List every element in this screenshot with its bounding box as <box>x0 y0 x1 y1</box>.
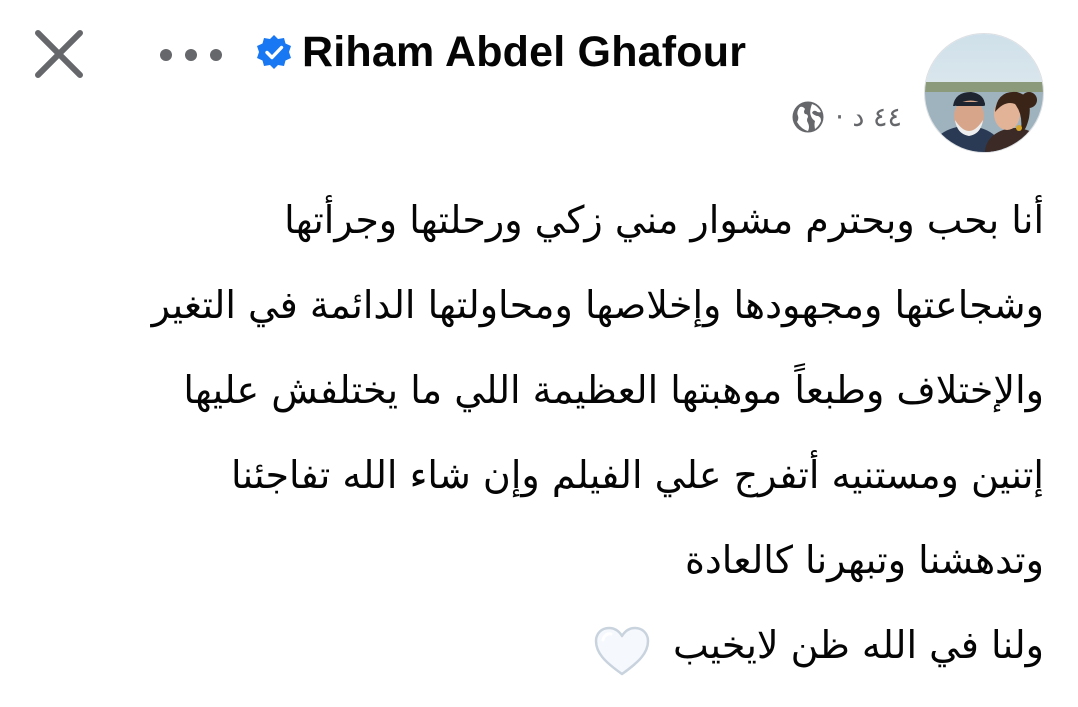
avatar[interactable] <box>924 33 1044 153</box>
post-line-text: ولنا في الله ظن لايخيب <box>673 623 1044 667</box>
post-line: وتدهشنا وتبهرنا كالعادة <box>684 538 1044 582</box>
globe-icon <box>791 100 825 134</box>
post-line: إتنين ومستنيه أتفرج علي الفيلم وإن شاء ا… <box>230 453 1044 497</box>
post-line: والإختلاف وطبعاً موهبتها العظيمة اللي ما… <box>183 368 1044 412</box>
more-options-icon <box>160 49 172 61</box>
post-meta: ٤٤ د · <box>791 96 902 138</box>
post-timestamp[interactable]: ٤٤ د · <box>835 102 902 133</box>
post-body: أنا بحب وبحترم مشوار مني زكي ورحلتها وجر… <box>34 178 1044 688</box>
post-line: أنا بحب وبحترم مشوار مني زكي ورحلتها وجر… <box>284 198 1044 242</box>
white-heart-icon <box>593 622 651 675</box>
post-line: وشجاعتها ومجهودها وإخلاصها ومحاولتها الد… <box>151 283 1044 327</box>
verified-badge-icon <box>256 34 292 70</box>
post-header: Riham Abdel Ghafour <box>256 22 746 82</box>
post-line-last: ولنا في الله ظن لايخيب <box>34 603 1044 688</box>
close-icon <box>32 27 86 85</box>
author-name[interactable]: Riham Abdel Ghafour <box>302 28 746 77</box>
close-button[interactable] <box>30 27 88 85</box>
more-options-button[interactable] <box>160 38 222 72</box>
